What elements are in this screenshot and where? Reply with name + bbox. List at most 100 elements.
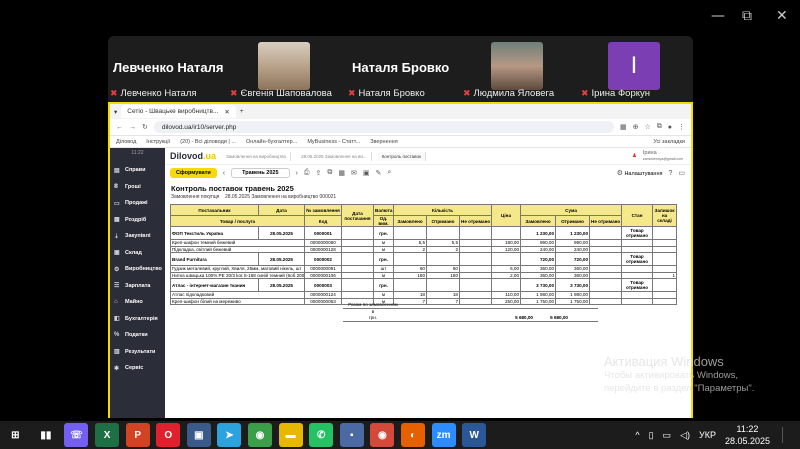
supplier-group-row[interactable]: ФОП Текстиль Україна 28.05.2025 0000001 грн…	[170, 226, 678, 240]
email-icon[interactable]: ✉	[351, 169, 357, 177]
col-code: Код	[304, 215, 342, 227]
task-view-icon[interactable]: ▮▮	[33, 423, 58, 447]
app-tab[interactable]: Замовлення на виробництво	[222, 151, 292, 161]
viber-icon[interactable]: ☏	[64, 423, 89, 447]
minimize-button[interactable]: —	[711, 8, 725, 24]
supplier-group-row[interactable]: Атлас - інтернет-магазин тканин 28.05.202…	[170, 278, 678, 292]
close-tab-icon[interactable]: ✕	[224, 108, 229, 116]
windows-start-icon[interactable]: ⊞	[3, 423, 28, 447]
sidebar-item[interactable]: ◧ Бухгалтерія	[110, 311, 165, 328]
network-icon[interactable]: ▭	[663, 430, 672, 441]
close-button[interactable]: ✕	[776, 8, 788, 24]
bookmark-item[interactable]: Онлайн-бухгалтер...	[246, 139, 297, 145]
restore-button[interactable]: ⧉	[742, 8, 752, 24]
url-input[interactable]: dilovod.ua/ir10/server.php	[153, 121, 614, 133]
save-icon[interactable]: ▣	[363, 169, 370, 177]
col-unit: Од. вим.	[373, 215, 394, 227]
sidebar-item[interactable]: ▤ Справи	[110, 162, 165, 179]
word-icon[interactable]: W	[462, 423, 487, 447]
table-cell	[341, 252, 374, 266]
sidebar-item[interactable]: ⚙ Виробництво	[110, 261, 165, 278]
excel-icon[interactable]: X	[95, 423, 120, 447]
col-quantity: Кількість	[392, 204, 493, 216]
zoom-icon[interactable]: zm	[431, 423, 456, 447]
back-icon[interactable]: ←	[116, 124, 123, 131]
export-icon[interactable]: ⇪	[316, 169, 322, 177]
menu-icon[interactable]: ⋮	[678, 123, 685, 131]
comment-icon[interactable]: ▭	[678, 169, 691, 177]
sidebar-item[interactable]: ▭ Продажі	[110, 195, 165, 212]
forward-icon[interactable]: →	[129, 124, 136, 131]
search-icon[interactable]: ⌕	[387, 169, 391, 177]
other-bookmarks[interactable]: Усі закладки	[653, 139, 691, 145]
new-tab-button[interactable]: +	[240, 108, 244, 115]
firefox-icon[interactable]: ◐	[401, 423, 426, 447]
sidebar-item[interactable]: ▥ Результати	[110, 344, 165, 361]
bookmark-item[interactable]: Інструкції	[146, 139, 170, 145]
period-selector[interactable]: Травень 2025	[231, 168, 290, 178]
opera-icon[interactable]: O	[156, 423, 181, 447]
translate-icon[interactable]: ▦	[620, 123, 627, 131]
table-cell	[393, 278, 427, 292]
settings-button[interactable]: ⚙ Налаштування	[617, 169, 663, 177]
sidebar-item[interactable]: ⌂ Майно	[110, 294, 165, 311]
sidebar-item[interactable]: ✱ Сервіс	[110, 360, 165, 377]
notification-bell-icon[interactable]: ♟	[632, 153, 637, 159]
next-period-icon[interactable]: ›	[296, 170, 298, 177]
user-info[interactable]: Ірина zamovlennya@gmail.com	[643, 150, 691, 162]
chrome-icon[interactable]: ◉	[248, 423, 273, 447]
excel-export-icon[interactable]: ▦	[338, 169, 345, 177]
copy-icon[interactable]: ⧉	[327, 169, 332, 177]
battery-icon[interactable]: ▯	[649, 430, 654, 441]
sidebar-item-label: Гроші	[125, 183, 141, 190]
sidebar-item-label: Роздріб	[125, 216, 147, 223]
sidebar-item[interactable]: ▣ Склад	[110, 245, 165, 262]
tray-chevron-icon[interactable]: ^	[635, 430, 639, 440]
zoom-page-icon[interactable]: ⊕	[633, 123, 639, 131]
bookmark-item[interactable]: Звернення	[370, 139, 397, 145]
sidebar-item[interactable]: % Податки	[110, 327, 165, 344]
bookmark-item[interactable]: (20) - Всі діловоди | ...	[180, 139, 236, 145]
sidebar-item[interactable]: ₴ Гроші	[110, 179, 165, 196]
clock[interactable]: 11:22 28.05.2025	[725, 423, 770, 447]
sidebar-item[interactable]: ⇣ Закупівлі	[110, 228, 165, 245]
sidebar-item[interactable]: ▦ Роздріб	[110, 212, 165, 229]
app-tab-active[interactable]: Контроль поставок	[377, 151, 426, 161]
print-icon[interactable]: ⎙	[304, 169, 310, 177]
tab-list-icon[interactable]: ▾	[114, 108, 117, 116]
file-explorer-icon[interactable]: ▬	[278, 423, 303, 447]
app-tab[interactable]: 28.05.2025 Замовлення на ви...	[297, 151, 372, 161]
reload-icon[interactable]: ↻	[142, 123, 148, 131]
device-manager-icon[interactable]: ▣	[186, 423, 211, 447]
extensions-icon[interactable]: ⧉	[657, 123, 662, 131]
chrome-2-icon[interactable]: ◉	[370, 423, 395, 447]
show-desktop-button[interactable]	[782, 427, 796, 443]
language-indicator[interactable]: УКР	[699, 430, 716, 440]
table-cell	[652, 226, 678, 240]
edit-icon[interactable]: ✎	[376, 169, 382, 177]
participant-video-tile[interactable]	[491, 42, 543, 90]
volume-icon[interactable]: ◁)	[680, 430, 690, 441]
save-icon[interactable]: ▪	[339, 423, 364, 447]
form-report-button[interactable]: Сформувати	[170, 168, 217, 178]
table-cell: 28.05.2025	[258, 278, 305, 292]
help-icon[interactable]: ?	[668, 170, 672, 177]
telegram-icon[interactable]: ➤	[217, 423, 242, 447]
powerpoint-icon[interactable]: P	[125, 423, 150, 447]
participant-video-tile[interactable]	[258, 42, 310, 90]
participant-avatar-tile[interactable]: І	[608, 42, 660, 90]
bookmark-star-icon[interactable]: ☆	[644, 123, 650, 131]
supplier-group-row[interactable]: Brand Furnitura 28.05.2025 0000002 грн. 720,…	[170, 252, 678, 266]
browser-tab[interactable]: Сетіо - Швацьке виробництв... ✕	[121, 105, 236, 118]
whatsapp-icon[interactable]: ✆	[309, 423, 334, 447]
table-cell: 720,00	[520, 252, 557, 266]
bookmark-item[interactable]: MyBusiness - Статт...	[307, 139, 360, 145]
gear-icon: ⚙	[616, 170, 623, 177]
profile-icon[interactable]: ●	[668, 124, 672, 131]
col-price: Ціна	[491, 204, 522, 227]
dilovod-logo[interactable]: Dilovod.ua	[170, 151, 216, 161]
prev-period-icon[interactable]: ‹	[223, 170, 225, 177]
bookmark-item[interactable]: Діловод	[116, 139, 136, 145]
table-cell: Brand Furnitura	[170, 252, 259, 266]
sidebar-item[interactable]: ☰ Зарплата	[110, 278, 165, 295]
